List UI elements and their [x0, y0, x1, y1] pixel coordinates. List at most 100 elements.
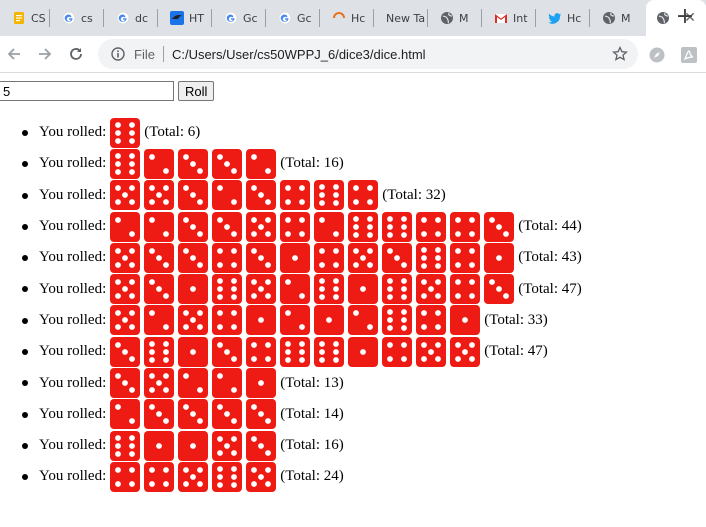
back-button[interactable] [2, 42, 26, 66]
die-face-4-icon [314, 242, 345, 273]
die-face-6-icon [314, 336, 345, 367]
die-face-6-icon [382, 305, 413, 336]
die-face-5-icon [246, 211, 277, 242]
die-face-5-icon [348, 242, 379, 273]
die-face-2-icon [178, 368, 209, 399]
browser-tab[interactable]: Gc [268, 5, 320, 31]
die-face-3-icon [178, 399, 209, 430]
die-face-3-icon [110, 368, 141, 399]
gmail-icon [494, 11, 508, 25]
die-face-3-icon [178, 242, 209, 273]
rolled-label: You rolled: [39, 155, 107, 172]
die-face-6-icon [110, 148, 141, 179]
tab-strip: CS cs dc HT Gc Gc Hc New Ta M Int Hc M ✕ + [0, 0, 706, 36]
die-face-6-icon [314, 180, 345, 211]
browser-tab[interactable]: cs [52, 5, 104, 31]
browser-toolbar: File C:/Users/User/cs50WPPJ_6/dice3/dice… [0, 36, 706, 73]
address-bar[interactable]: File C:/Users/User/cs50WPPJ_6/dice3/dice… [98, 39, 638, 69]
rolled-label: You rolled: [39, 280, 107, 297]
die-face-5-icon [110, 305, 141, 336]
browser-tab[interactable]: CS [2, 5, 50, 31]
die-face-2-icon [280, 274, 311, 305]
browser-tab[interactable]: Int [484, 5, 536, 31]
die-face-3-icon [246, 430, 277, 461]
tab-title: cs [81, 11, 93, 25]
die-face-3-icon [178, 180, 209, 211]
browser-tab[interactable]: M [592, 5, 644, 31]
die-face-6-icon [382, 211, 413, 242]
tab-separator [319, 9, 320, 27]
die-face-5-icon [416, 274, 447, 305]
twitter-icon [548, 11, 562, 25]
spinner-icon [332, 11, 346, 25]
tab-title: Int [513, 11, 528, 25]
die-face-6-icon [212, 461, 243, 492]
die-face-6-icon [416, 242, 447, 273]
new-tab-button[interactable]: + [672, 5, 698, 31]
rolled-label: You rolled: [39, 468, 107, 485]
info-icon[interactable] [110, 46, 126, 62]
die-face-4-icon [280, 211, 311, 242]
roll-form: Roll [0, 81, 215, 101]
tab-separator [157, 9, 158, 27]
browser-tab[interactable]: dc [106, 5, 158, 31]
rolled-label: You rolled: [39, 343, 107, 360]
tab-separator [535, 9, 536, 27]
browser-tab[interactable]: Hc [322, 5, 374, 31]
browser-tab[interactable]: M [430, 5, 482, 31]
die-face-3-icon [212, 148, 243, 179]
browser-tab[interactable]: Hc [538, 5, 590, 31]
die-face-1-icon [280, 242, 311, 273]
roll-list-item: You rolled: (Total: 43) [0, 242, 582, 273]
die-face-3-icon [178, 211, 209, 242]
rolled-label: You rolled: [39, 186, 107, 203]
roll-list-item: You rolled: (Total: 47) [0, 273, 582, 305]
die-face-4-icon [212, 305, 243, 336]
tab-title: M [621, 11, 631, 25]
globe-icon [602, 11, 616, 25]
reload-icon [70, 48, 82, 60]
die-face-6-icon [280, 336, 311, 367]
extension-pdf-icon[interactable] [680, 46, 698, 64]
die-face-5-icon [246, 274, 277, 305]
url-text[interactable]: C:/Users/User/cs50WPPJ_6/dice3/dice.html [172, 47, 426, 62]
bookmark-star-icon[interactable] [611, 45, 629, 62]
die-face-3-icon [246, 242, 277, 273]
die-face-4-icon [382, 336, 413, 367]
roll-button[interactable]: Roll [178, 81, 215, 101]
die-face-1-icon [246, 368, 277, 399]
browser-tab[interactable]: HT [160, 5, 212, 31]
reload-button[interactable] [64, 42, 88, 66]
die-face-4-icon [280, 180, 311, 211]
google-icon [62, 11, 76, 25]
rolled-label: You rolled: [39, 437, 107, 454]
die-face-4-icon [450, 274, 481, 305]
html-bird-icon [170, 11, 184, 25]
scheme-label: File [134, 46, 155, 62]
browser-tab[interactable]: Gc [214, 5, 266, 31]
tab-separator [265, 9, 266, 27]
forward-button[interactable] [33, 42, 57, 66]
tab-separator [589, 9, 590, 27]
die-face-3-icon [144, 399, 175, 430]
die-face-2-icon [280, 305, 311, 336]
tab-separator [427, 9, 428, 27]
die-face-3-icon [212, 211, 243, 242]
die-face-4-icon [450, 242, 481, 273]
roll-total: (Total: 6) [144, 124, 201, 141]
dice-count-input[interactable] [0, 81, 174, 101]
die-face-6-icon [212, 274, 243, 305]
die-face-3-icon [212, 336, 243, 367]
roll-total: (Total: 44) [518, 218, 582, 235]
die-face-2-icon [314, 211, 345, 242]
browser-tab[interactable]: New Ta [376, 5, 428, 31]
tab-title: HT [189, 11, 204, 25]
die-face-1-icon [178, 336, 209, 367]
die-face-4-icon [450, 211, 481, 242]
die-face-3-icon [144, 274, 175, 305]
tab-separator [481, 9, 482, 27]
extension-compass-icon[interactable] [648, 46, 666, 64]
die-face-1-icon [484, 242, 515, 273]
die-face-6-icon [144, 336, 175, 367]
die-face-2-icon [246, 148, 277, 179]
